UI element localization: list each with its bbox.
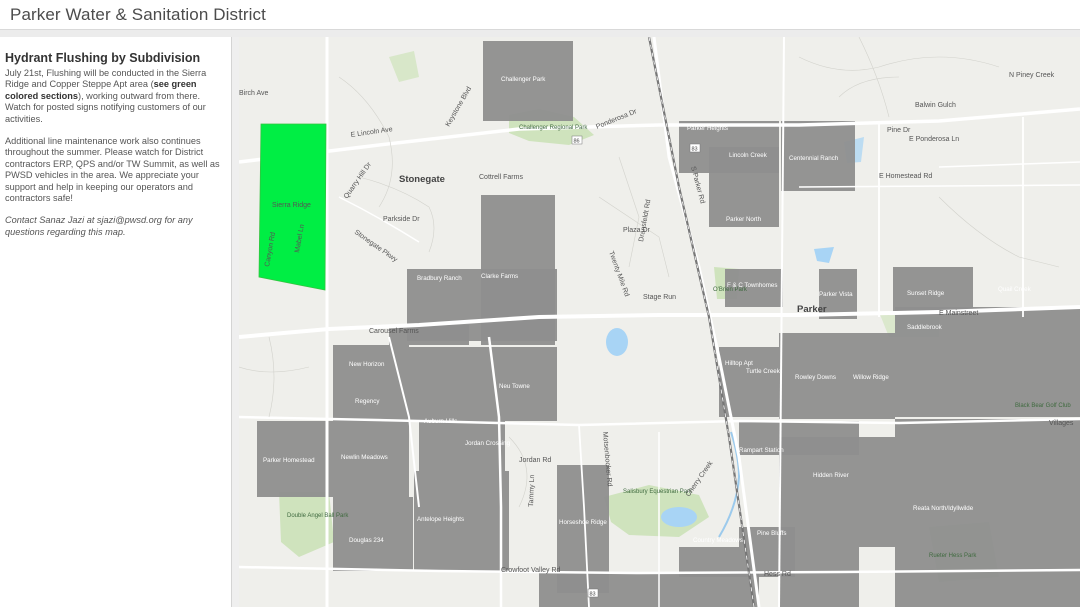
- subdiv-label: Rowley Downs: [795, 374, 836, 381]
- subdiv-label: Auburn Hills: [424, 418, 457, 425]
- app-header: Parker Water & Sanitation District: [0, 0, 1080, 30]
- subdiv-label: Regency: [355, 398, 380, 405]
- subdiv-label: Parker North: [726, 216, 762, 223]
- subdiv-label: Cottrell Farms: [479, 174, 523, 181]
- subdiv-label: Villages: [1049, 420, 1074, 427]
- subdiv-label: Country Meadows: [693, 537, 743, 544]
- sidebar-title: Hydrant Flushing by Subdivision: [5, 51, 201, 65]
- park-label-rueter-hess: Rueter Hess Park: [929, 553, 977, 559]
- subdiv-label: Quail Creek: [998, 286, 1032, 293]
- road-label: Plaza Dr: [623, 227, 651, 234]
- header-separator: [0, 30, 1080, 37]
- road-label: Parkside Dr: [383, 216, 420, 223]
- subdiv-label: Douglas 234: [349, 537, 384, 544]
- subdiv-label: Carousel Farms: [369, 328, 419, 335]
- park-label-salisbury: Salisbury Equestrian Park: [623, 489, 693, 495]
- road-label: Balwin Gulch: [915, 102, 956, 109]
- subdiv-label: Rampart Station: [739, 447, 784, 454]
- subdiv-label: Pine Bluffs: [757, 530, 786, 537]
- maintenance-notice: Additional line maintenance work also co…: [5, 136, 220, 204]
- subdiv-label: Clarke Farms: [481, 273, 518, 280]
- place-label-parker: Parker: [797, 304, 827, 315]
- subdiv-label: Parker Heights: [687, 125, 728, 132]
- subdiv-label: Neu Towne: [499, 383, 530, 390]
- subdiv-label: Willow Ridge: [853, 374, 889, 381]
- road-label: Crowfoot Valley Rd: [501, 567, 561, 574]
- map-canvas[interactable]: Sierra Ridge Mabel Ln Canyon Rd Stonegat…: [239, 37, 1080, 607]
- subdiv-label: Reata North/Idyllwilde: [913, 505, 974, 512]
- subdiv-label: Saddlebrook: [907, 324, 943, 331]
- road-label: E Homestead Rd: [879, 173, 932, 180]
- subdiv-label: Sunset Ridge: [907, 290, 945, 297]
- subdiv-label: Challenger Park: [501, 76, 546, 83]
- contact-note: Contact Sanaz Jazi at sjazi@pwsd.org for…: [5, 215, 193, 237]
- flushing-notice: July 21st, Flushing will be conducted in…: [5, 68, 225, 125]
- subdiv-label: Jordan Crossing: [465, 440, 511, 447]
- subdiv-label: Hidden River: [813, 472, 849, 479]
- place-label-stonegate: Stonegate: [399, 174, 445, 185]
- subdiv-label: Horseshoe Ridge: [559, 519, 607, 526]
- subdiv-label: New Horizon: [349, 361, 385, 368]
- road-label: Tammy Ln: [528, 474, 536, 507]
- park-label-black-bear: Black Bear Golf Club: [1015, 403, 1071, 409]
- subdiv-label: Lincoln Creek: [729, 152, 768, 159]
- app-title: Parker Water & Sanitation District: [10, 5, 266, 24]
- road-label: N Piney Creek: [1009, 72, 1055, 79]
- info-sidebar: Hydrant Flushing by Subdivision July 21s…: [0, 37, 232, 607]
- road-label: Birch Ave: [239, 90, 269, 97]
- subdiv-label: Parker Homestead: [263, 457, 315, 464]
- flush-area-label: Sierra Ridge: [272, 202, 311, 209]
- shield-83: 83: [692, 147, 698, 153]
- subdiv-label: F & C Townhomes: [727, 282, 777, 289]
- road-label: E Mainstreet: [939, 310, 978, 317]
- park-label-double-angel: Double Angel Ball Park: [287, 513, 349, 519]
- subdiv-label: Newlin Meadows: [341, 454, 388, 461]
- subdiv-label: Turtle Creek: [746, 368, 781, 375]
- map-view[interactable]: Sierra Ridge Mabel Ln Canyon Rd Stonegat…: [239, 37, 1080, 607]
- park-label-challenger: Challenger Regional Park: [519, 125, 588, 131]
- shield-83b: 83: [590, 592, 596, 598]
- subdiv-label: Bradbury Ranch: [417, 275, 462, 282]
- shield-86: 86: [574, 139, 580, 145]
- road-label: Pine Dr: [887, 127, 911, 134]
- subdiv-label: Parker Vista: [819, 291, 853, 298]
- subdiv-label: Centennial Ranch: [789, 155, 839, 162]
- panel-splitter[interactable]: [232, 37, 239, 607]
- road-label: Stage Run: [643, 294, 676, 301]
- road-label: Hess Rd: [764, 571, 791, 578]
- subdiv-label: Antelope Heights: [417, 516, 464, 523]
- road-label: E Ponderosa Ln: [909, 136, 959, 143]
- subdiv-label: Hilltop Apt: [725, 360, 753, 367]
- road-label: Jordan Rd: [519, 457, 551, 464]
